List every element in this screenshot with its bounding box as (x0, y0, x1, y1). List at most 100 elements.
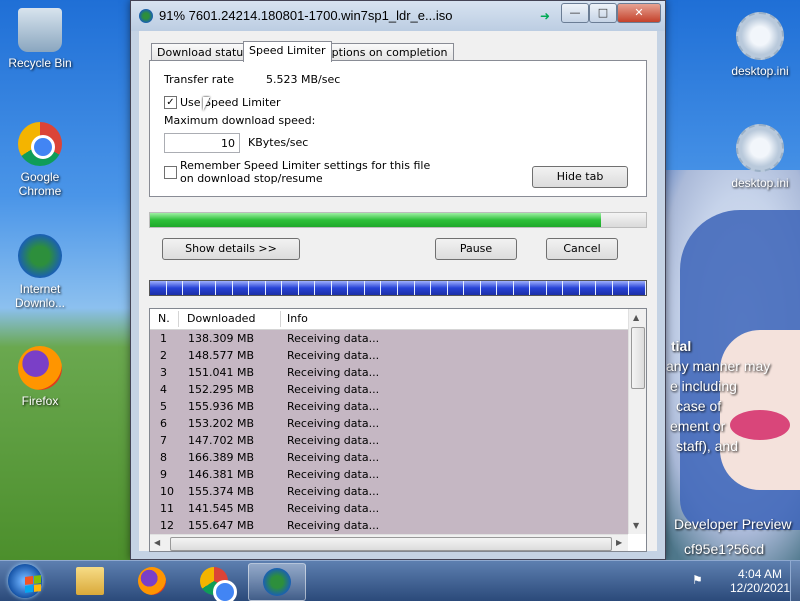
pin-icon[interactable]: ➜ (540, 10, 554, 22)
remember-settings-checkbox[interactable] (164, 166, 177, 179)
download-segment (183, 281, 200, 295)
show-desktop-button[interactable] (790, 561, 800, 601)
cell-n: 11 (160, 502, 174, 515)
show-details-button[interactable]: Show details >> (162, 238, 300, 260)
download-segment (331, 281, 349, 295)
download-segment (447, 281, 465, 295)
table-row[interactable]: 10 155.374 MB Receiving data... (150, 483, 628, 500)
vertical-scrollbar[interactable]: ▲ ▼ (628, 309, 646, 534)
title-bar[interactable]: 91% 7601.24214.180801-1700.win7sp1_ldr_e… (131, 1, 665, 31)
scroll-left-icon[interactable]: ◀ (154, 538, 160, 547)
desktop-icon-recycle-bin[interactable]: Recycle Bin (4, 8, 76, 70)
remember-settings-label-line2[interactable]: on download stop/resume (180, 172, 323, 185)
tab-speed-limiter[interactable]: Speed Limiter (243, 41, 332, 62)
window-title: 91% 7601.24214.180801-1700.win7sp1_ldr_e… (159, 8, 453, 23)
cell-n: 7 (160, 434, 167, 447)
minimize-button[interactable]: — (561, 3, 589, 23)
wallpaper-text: Developer Preview (674, 516, 792, 532)
desktop-icon-label: Google Chrome (18, 170, 62, 198)
table-row[interactable]: 7 147.702 MB Receiving data... (150, 432, 628, 449)
taskbar: ⚑ 4:04 AM 12/20/2021 (0, 560, 800, 604)
download-segment (265, 281, 283, 295)
cell-n: 8 (160, 451, 167, 464)
table-row[interactable]: 12 155.647 MB Receiving data... (150, 517, 628, 534)
cell-info: Receiving data... (287, 349, 380, 362)
table-row[interactable]: 1 138.309 MB Receiving data... (150, 330, 628, 347)
settings-file-icon (736, 12, 784, 60)
horizontal-scroll-thumb[interactable] (170, 537, 612, 551)
cell-downloaded: 155.936 MB (188, 400, 255, 413)
download-segment (414, 281, 432, 295)
scroll-up-icon[interactable]: ▲ (633, 313, 639, 322)
table-row[interactable]: 2 148.577 MB Receiving data... (150, 347, 628, 364)
use-speed-limiter-label[interactable]: Use Speed Limiter (180, 96, 281, 109)
max-speed-label: Maximum download speed: (164, 114, 316, 127)
cell-info: Receiving data... (287, 502, 380, 515)
desktop-icon-internet-download-manager[interactable]: Internet Downlo... (4, 234, 76, 310)
clock[interactable]: 4:04 AM 12/20/2021 (730, 567, 790, 595)
column-header-downloaded[interactable]: Downloaded (187, 312, 255, 325)
pause-button[interactable]: Pause (435, 238, 517, 260)
taskbar-internet-download-manager[interactable] (248, 563, 306, 601)
download-segment (431, 281, 448, 295)
download-segment (563, 281, 580, 295)
table-row[interactable]: 4 152.295 MB Receiving data... (150, 381, 628, 398)
table-row[interactable]: 6 153.202 MB Receiving data... (150, 415, 628, 432)
download-segment (579, 281, 597, 295)
column-header-info[interactable]: Info (287, 312, 308, 325)
connections-list: N. Downloaded Info 1 138.309 MB Receiving … (149, 308, 647, 552)
desktop-icon-label: desktop.ini (731, 176, 789, 190)
wallpaper-text: e including (670, 378, 737, 394)
download-segment (282, 281, 299, 295)
windows-logo-icon (25, 575, 41, 593)
scroll-right-icon[interactable]: ▶ (616, 538, 622, 547)
mouse-cursor-icon (203, 97, 210, 111)
desktop-icon-firefox[interactable]: Firefox (4, 346, 76, 408)
close-button[interactable]: ✕ (617, 3, 661, 23)
horizontal-scrollbar[interactable]: ◀ ▶ (150, 534, 628, 551)
clock-time: 4:04 AM (738, 567, 783, 581)
cell-downloaded: 148.577 MB (188, 349, 255, 362)
table-row[interactable]: 11 141.545 MB Receiving data... (150, 500, 628, 517)
idm-icon (18, 234, 62, 278)
cell-n: 6 (160, 417, 167, 430)
wallpaper-text: ement or (670, 418, 726, 434)
download-segment (530, 281, 547, 295)
use-speed-limiter-checkbox[interactable]: ✓ (164, 96, 177, 109)
hide-tab-button[interactable]: Hide tab (532, 166, 628, 188)
max-speed-input[interactable]: 10 (164, 133, 240, 153)
maximize-button[interactable]: □ (589, 3, 617, 23)
desktop-icon-google-chrome[interactable]: Google Chrome (4, 122, 76, 198)
tab-options-on-completion[interactable]: Options on completion (317, 43, 454, 61)
taskbar-chrome[interactable] (186, 563, 242, 604)
download-segment (249, 281, 266, 295)
action-center-flag-icon[interactable]: ⚑ (692, 574, 706, 586)
download-segment (596, 281, 613, 295)
wallpaper-text: case of (676, 398, 722, 414)
list-rows: 1 138.309 MB Receiving data... 2 148.577 MB R… (150, 330, 628, 535)
download-segment (480, 281, 498, 295)
scroll-down-icon[interactable]: ▼ (633, 521, 639, 530)
taskbar-explorer[interactable] (62, 563, 118, 599)
column-header-n[interactable]: N. (158, 312, 170, 325)
settings-file-icon (736, 124, 784, 172)
vertical-scroll-thumb[interactable] (631, 327, 645, 389)
remember-settings-label[interactable]: Remember Speed Limiter settings for this… (180, 159, 430, 172)
table-row[interactable]: 5 155.936 MB Receiving data... (150, 398, 628, 415)
desktop-icon-desktop-ini[interactable]: desktop.ini (724, 12, 796, 78)
cell-downloaded: 146.381 MB (188, 468, 255, 481)
table-row[interactable]: 3 151.041 MB Receiving data... (150, 364, 628, 381)
speed-limiter-panel: Transfer rate 5.523 MB/sec ✓ Use Speed L… (149, 60, 647, 197)
tab-download-status[interactable]: Download status (151, 43, 255, 61)
desktop-icon-desktop-ini[interactable]: desktop.ini (724, 124, 796, 190)
wallpaper-text: any manner may (666, 358, 771, 374)
cancel-button[interactable]: Cancel (546, 238, 618, 260)
download-segment (315, 281, 332, 295)
taskbar-firefox[interactable] (124, 563, 180, 599)
start-button[interactable] (8, 564, 42, 598)
cell-downloaded: 151.041 MB (188, 366, 255, 379)
transfer-rate-label: Transfer rate (164, 73, 235, 86)
table-row[interactable]: 9 146.381 MB Receiving data... (150, 466, 628, 483)
table-row[interactable]: 8 166.389 MB Receiving data... (150, 449, 628, 466)
download-segment (497, 281, 514, 295)
